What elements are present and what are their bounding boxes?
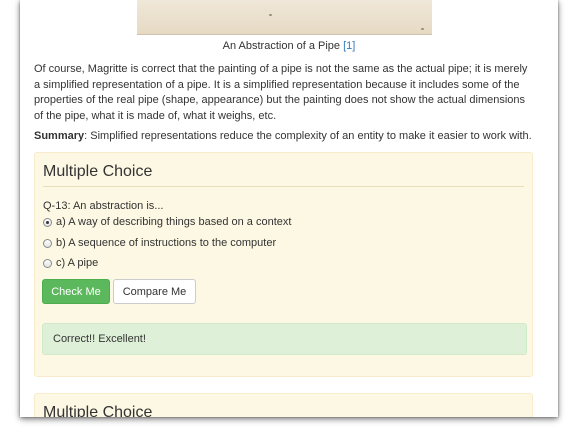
option-b-label: b) A sequence of instructions to the com… — [56, 237, 277, 249]
option-c[interactable]: c) A pipe — [43, 257, 98, 269]
compare-me-button[interactable]: Compare Me — [113, 279, 196, 304]
check-me-button[interactable]: Check Me — [42, 279, 110, 304]
mc-title: Multiple Choice — [43, 163, 153, 180]
summary-line: Summary: Simplified representations redu… — [34, 130, 544, 142]
reference-link[interactable]: [1] — [343, 40, 355, 52]
multiple-choice-panel-2: Multiple Choice — [34, 393, 533, 417]
option-a[interactable]: a) A way of describing things based on a… — [43, 216, 291, 228]
option-a-label: a) A way of describing things based on a… — [56, 216, 292, 228]
question-text: Q-13: An abstraction is... — [43, 200, 164, 212]
mc-divider — [43, 186, 524, 187]
page-window: An Abstraction of a Pipe [1] Of course, … — [20, 0, 558, 417]
caption-text: An Abstraction of a Pipe — [222, 40, 341, 52]
figure-caption: An Abstraction of a Pipe [1] — [34, 40, 544, 52]
radio-button-checked[interactable] — [43, 217, 52, 227]
option-c-label: c) A pipe — [56, 257, 99, 269]
summary-label: Summary — [34, 130, 85, 142]
option-b[interactable]: b) A sequence of instructions to the com… — [43, 237, 276, 249]
mc2-title: Multiple Choice — [43, 404, 153, 417]
radio-button[interactable] — [43, 258, 52, 268]
summary-text: : Simplified representations reduce the … — [84, 130, 532, 142]
feedback-alert: Correct!! Excellent! — [42, 323, 527, 355]
pipe-image — [137, 0, 432, 35]
multiple-choice-panel: Multiple Choice Q-13: An abstraction is.… — [34, 152, 533, 377]
radio-button[interactable] — [43, 238, 52, 248]
body-paragraph: Of course, Magritte is correct that the … — [34, 63, 528, 122]
